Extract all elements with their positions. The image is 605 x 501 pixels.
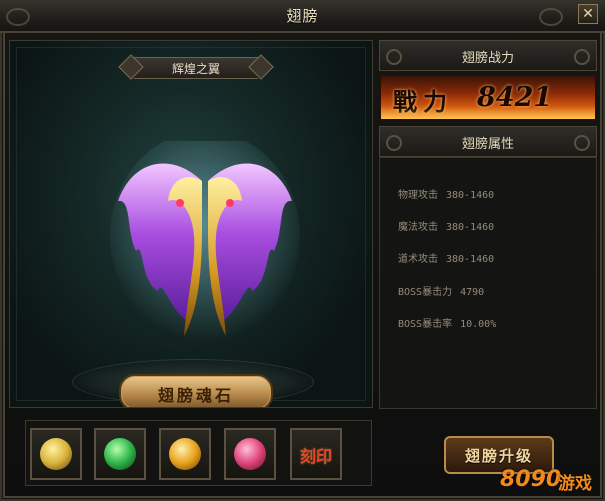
attribute-name: 物理攻击 (398, 190, 438, 201)
skill-slot-engrave[interactable]: 刻印 (290, 428, 342, 480)
close-button[interactable]: ✕ (578, 4, 598, 24)
attribute-name: 魔法攻击 (398, 222, 438, 233)
engrave-icon: 刻印 (299, 447, 332, 466)
window-title: 翅膀 (286, 7, 319, 25)
skill-slot-flame[interactable] (159, 428, 211, 480)
attribute-name: BOSS暴击率 (398, 319, 453, 330)
attribute-value: 380-1460 (446, 222, 495, 233)
skill-slot-dragon[interactable] (94, 428, 146, 480)
attribute-name: BOSS暴击力 (398, 287, 453, 298)
attribute-value: 380-1460 (446, 254, 495, 265)
wings-image (110, 141, 300, 341)
pink-orb-icon (234, 438, 266, 470)
wing-name-plate: 辉煌之翼 (116, 54, 276, 80)
attribute-value: 380-1460 (446, 190, 495, 201)
power-value: 8421 (477, 82, 553, 113)
attributes-header-label: 翅膀属性 (461, 137, 514, 152)
attribute-row: BOSS暴击力 4790 (398, 283, 484, 298)
attribute-row: BOSS暴击率 10.00% (398, 315, 496, 330)
soulstone-button[interactable]: 翅膀魂石 (119, 374, 273, 407)
wing-name: 辉煌之翼 (171, 62, 220, 76)
attribute-row: 物理攻击 380-1460 (398, 186, 494, 201)
soulstone-label: 翅膀魂石 (157, 386, 234, 405)
site-watermark-logo: 8090 游戏 (500, 465, 600, 497)
green-dragon-icon (104, 438, 136, 470)
attribute-value: 4790 (460, 287, 485, 298)
power-display: 戰力 8421 (380, 75, 596, 120)
attributes-panel: 物理攻击 380-1460 魔法攻击 380-1460 道术攻击 380-1460 B… (379, 157, 597, 409)
skill-slot-pink[interactable] (224, 428, 276, 480)
flame-orb-icon (169, 438, 201, 470)
tiger-mask-icon (40, 438, 72, 470)
power-label: 戰力 (393, 87, 453, 116)
attributes-header: 翅膀属性 (379, 126, 597, 157)
upgrade-label: 翅膀升级 (464, 447, 533, 465)
watermark-text: 游戏 (558, 474, 592, 494)
skill-bar: 刻印 (25, 420, 372, 486)
attribute-row: 魔法攻击 380-1460 (398, 218, 494, 233)
power-header-label: 翅膀战力 (461, 51, 514, 66)
skill-slot-tiger[interactable] (30, 428, 82, 480)
attribute-value: 10.00% (460, 319, 497, 330)
attribute-name: 道术攻击 (398, 254, 438, 265)
title-bar: 翅膀 ✕ (0, 0, 605, 33)
wing-preview-panel: 辉煌之翼 翅膀魂石 (9, 40, 373, 408)
power-header: 翅膀战力 (379, 40, 597, 71)
watermark-number: 8090 (500, 467, 562, 492)
attribute-row: 道术攻击 380-1460 (398, 250, 494, 265)
